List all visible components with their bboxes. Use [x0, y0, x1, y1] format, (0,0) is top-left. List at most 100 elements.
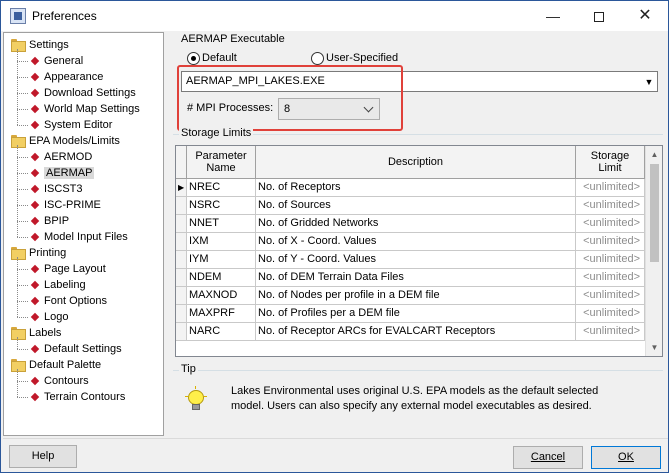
mpi-processes-label: # MPI Processes: [187, 102, 274, 114]
scroll-thumb[interactable] [650, 164, 659, 262]
default-radio[interactable] [187, 52, 200, 65]
tree-connector [17, 157, 28, 158]
tree-item-label: AERMAP [44, 167, 95, 179]
row-header[interactable]: ▶ [176, 179, 187, 197]
tree-item-label: Download Settings [44, 87, 136, 99]
tree-group[interactable]: EPA Models/Limits [10, 133, 120, 149]
tree-group[interactable]: Printing [10, 245, 66, 261]
cell-parameter-name[interactable]: NNET [187, 215, 256, 233]
column-header-storage-limit[interactable]: Storage Limit [576, 146, 645, 179]
row-header[interactable] [176, 197, 187, 215]
user-specified-radio[interactable] [311, 52, 324, 65]
cell-parameter-name[interactable]: NDEM [187, 269, 256, 287]
help-button[interactable]: Help [9, 445, 77, 468]
cell-description[interactable]: No. of Profiles per a DEM file [256, 305, 576, 323]
ok-button[interactable]: OK [591, 446, 661, 469]
tree-item-label: Model Input Files [44, 231, 128, 243]
tree-connector [17, 369, 18, 397]
tree-item[interactable]: General [29, 53, 83, 69]
storage-legend: Storage Limits [179, 127, 254, 139]
tree-item[interactable]: Page Layout [29, 261, 106, 277]
cell-parameter-name[interactable]: MAXNOD [187, 287, 256, 305]
tree-item[interactable]: Logo [29, 309, 68, 325]
cell-parameter-name[interactable]: NARC [187, 323, 256, 341]
cell-parameter-name[interactable]: IYM [187, 251, 256, 269]
tree-connector [17, 349, 28, 350]
executable-combo[interactable]: AERMAP_MPI_LAKES.EXE ▼ [181, 71, 658, 92]
cell-storage-limit[interactable]: <unlimited> [576, 305, 645, 323]
tree-item[interactable]: AERMAP [29, 165, 95, 181]
cell-storage-limit[interactable]: <unlimited> [576, 251, 645, 269]
tree-item[interactable]: Model Input Files [29, 229, 128, 245]
maximize-button[interactable] [576, 1, 622, 31]
tree-item-label: AERMOD [44, 151, 93, 163]
tree-item[interactable]: AERMOD [29, 149, 92, 165]
tree-item[interactable]: BPIP [29, 213, 69, 229]
tree-group[interactable]: Default Palette [10, 357, 101, 373]
cell-storage-limit[interactable]: <unlimited> [576, 179, 645, 197]
cell-parameter-name[interactable]: IXM [187, 233, 256, 251]
tree-item[interactable]: System Editor [29, 117, 112, 133]
tree-connector [17, 145, 18, 237]
tree-item[interactable]: Default Settings [29, 341, 122, 357]
tree-group[interactable]: Settings [10, 37, 69, 53]
row-header[interactable] [176, 305, 187, 323]
tip-text-line2: model. Users can also specify any extern… [231, 400, 592, 412]
bullet-icon [30, 312, 40, 321]
cell-description[interactable]: No. of Receptor ARCs for EVALCART Recept… [256, 323, 576, 341]
footer-divider [3, 438, 668, 439]
cell-description[interactable]: No. of Sources [256, 197, 576, 215]
row-header[interactable] [176, 233, 187, 251]
tree-item-label: World Map Settings [44, 103, 140, 115]
scroll-down-icon[interactable]: ▼ [646, 339, 662, 356]
tree-item[interactable]: ISC-PRIME [29, 197, 101, 213]
column-header-parameter[interactable]: Parameter Name [187, 146, 256, 179]
chevron-down-icon[interactable]: ▼ [641, 72, 657, 91]
minimize-button[interactable]: — [530, 1, 576, 31]
executable-value: AERMAP_MPI_LAKES.EXE [186, 75, 325, 87]
cell-storage-limit[interactable]: <unlimited> [576, 197, 645, 215]
close-button[interactable]: ✕ [622, 1, 668, 31]
row-header[interactable] [176, 323, 187, 341]
cell-storage-limit[interactable]: <unlimited> [576, 287, 645, 305]
tree-item[interactable]: Download Settings [29, 85, 136, 101]
cell-parameter-name[interactable]: NREC [187, 179, 256, 197]
mpi-processes-select[interactable]: 8 [278, 98, 380, 120]
tree-item[interactable]: Terrain Contours [29, 389, 125, 405]
bullet-icon [30, 232, 40, 241]
tree-item[interactable]: World Map Settings [29, 101, 140, 117]
row-header[interactable] [176, 251, 187, 269]
tree-item[interactable]: Labeling [29, 277, 86, 293]
cell-storage-limit[interactable]: <unlimited> [576, 323, 645, 341]
tree-connector [17, 301, 28, 302]
tree-item[interactable]: Appearance [29, 69, 103, 85]
cell-description[interactable]: No. of DEM Terrain Data Files [256, 269, 576, 287]
cell-description[interactable]: No. of Nodes per profile in a DEM file [256, 287, 576, 305]
cell-storage-limit[interactable]: <unlimited> [576, 233, 645, 251]
column-header-description[interactable]: Description [256, 146, 576, 179]
bullet-icon [30, 264, 40, 273]
cell-description[interactable]: No. of Receptors [256, 179, 576, 197]
row-header[interactable] [176, 269, 187, 287]
tree-item[interactable]: Font Options [29, 293, 107, 309]
bullet-icon [30, 120, 40, 129]
tree-item[interactable]: ISCST3 [29, 181, 83, 197]
cancel-button[interactable]: Cancel [513, 446, 583, 469]
chevron-down-icon [363, 102, 374, 113]
cell-description[interactable]: No. of X - Coord. Values [256, 233, 576, 251]
row-header[interactable] [176, 287, 187, 305]
tree-item-label: General [44, 55, 84, 67]
scroll-up-icon[interactable]: ▲ [646, 146, 662, 163]
cell-storage-limit[interactable]: <unlimited> [576, 215, 645, 233]
cell-description[interactable]: No. of Y - Coord. Values [256, 251, 576, 269]
cell-parameter-name[interactable]: MAXPRF [187, 305, 256, 323]
tree-item-label: Font Options [44, 295, 107, 307]
table-scrollbar[interactable]: ▲ ▼ [645, 146, 662, 356]
cell-description[interactable]: No. of Gridded Networks [256, 215, 576, 233]
cell-storage-limit[interactable]: <unlimited> [576, 269, 645, 287]
bullet-icon [30, 152, 40, 161]
row-header[interactable] [176, 215, 187, 233]
tree-connector [17, 257, 18, 317]
cell-parameter-name[interactable]: NSRC [187, 197, 256, 215]
tree-item[interactable]: Contours [29, 373, 89, 389]
